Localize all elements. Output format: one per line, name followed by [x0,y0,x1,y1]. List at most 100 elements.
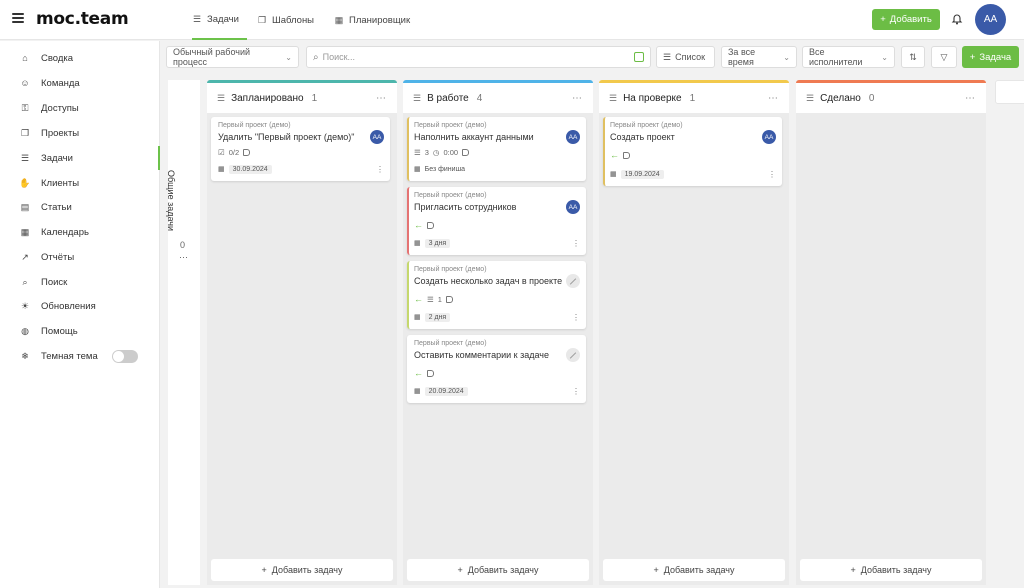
search-input[interactable]: ⌕ Поиск... [306,46,651,68]
filter-icon: ▽ [940,51,948,62]
add-task-button[interactable]: + Добавить задачу [603,559,785,581]
more-icon[interactable]: ⋮ [572,313,580,322]
key-icon: ⚿ [21,102,29,113]
more-icon[interactable]: ⋮ [768,170,776,179]
tab-tasks[interactable]: ☰ Задачи [192,0,247,40]
due-date: ▦ 20.09.2024 [414,385,468,397]
user-avatar[interactable]: AA [975,4,1006,35]
sidebar-item-calendar[interactable]: ▦ Календарь [0,220,160,244]
more-icon[interactable]: ⋯ [376,93,387,104]
add-task-button[interactable]: + Добавить задачу [407,559,589,581]
due-date: ▦ 30.09.2024 [218,163,272,175]
task-card[interactable]: Первый проект (демо) Удалить "Первый про… [211,117,390,181]
drag-handle-icon[interactable]: ☰ [217,93,225,104]
snowflake-icon: ❄ [21,350,29,361]
sidebar-item-access[interactable]: ⚿ Доступы [0,96,160,120]
sidebar-item-tasks[interactable]: ☰ Задачи [0,146,160,170]
filter-search-icon[interactable] [634,52,644,62]
menu-icon[interactable] [12,13,24,23]
card-meta: ← [610,150,630,160]
column-in-progress: ☰ В работе 4 ⋯ Первый проект (демо) Напо… [403,80,593,585]
sidebar-item-dark-theme: ❄ Темная тема [0,344,160,368]
tasks-icon: ☰ [20,152,30,163]
task-card[interactable]: Первый проект (демо) Создать проект AA ←… [603,117,782,186]
add-task-button[interactable]: + Задача [962,46,1019,68]
list-view-button[interactable]: ☰ Список [656,46,715,68]
tag-icon [427,221,434,229]
sidebar-item-reports[interactable]: ↗ Отчёты [0,245,160,269]
workflow-select[interactable]: Обычный рабочий процесс ⌄ [166,46,299,68]
collapsed-column[interactable]: Общие задачи 0 ⋯ [166,80,200,585]
sort-button[interactable]: ⇅ [901,46,925,68]
avatar[interactable]: AA [762,130,776,144]
sidebar-item-help[interactable]: ◍ Помощь [0,319,160,343]
column-header: ☰ На проверке 1 ⋯ [599,83,789,113]
chevron-down-icon: ⌄ [881,52,888,62]
period-select[interactable]: За все время ⌄ [721,46,797,68]
calendar-icon: ▦ [334,14,344,25]
dark-theme-toggle[interactable] [111,349,138,363]
sort-icon: ⇅ [909,51,917,62]
tab-templates[interactable]: ❐ Шаблоны [257,0,314,40]
avatar[interactable]: AA [566,130,580,144]
plus-icon: + [880,14,886,25]
card-meta: ☑ 0/2 [218,148,251,157]
card-meta: ← [414,368,434,378]
task-card[interactable]: Первый проект (демо) Пригласить сотрудни… [407,187,586,255]
add-button[interactable]: + Добавить [872,9,940,30]
column-review: ☰ На проверке 1 ⋯ Первый проект (демо) С… [599,80,789,585]
more-icon[interactable]: ⋮ [572,387,580,396]
unassigned-avatar[interactable] [566,348,580,362]
more-icon[interactable]: ⋯ [768,93,779,104]
calendar-icon: ▦ [414,314,421,321]
calendar-icon: ▦ [414,240,421,247]
chevron-down-icon: ⌄ [285,52,292,62]
more-icon[interactable]: ⋯ [965,93,976,104]
tab-planner[interactable]: ▦ Планировщик [334,0,410,40]
sidebar-item-updates[interactable]: ☀ Обновления [0,294,160,318]
arrow-left-icon: ← [414,294,423,304]
card-meta: ← [414,220,434,230]
drag-handle-icon[interactable]: ☰ [806,93,814,104]
list-check-icon: ☰ [192,13,202,24]
unassigned-avatar[interactable] [566,274,580,288]
chevron-down-icon: ⌄ [783,52,790,62]
avatar[interactable]: AA [566,200,580,214]
sidebar-item-projects[interactable]: ❐ Проекты [0,121,160,145]
sidebar-item-clients[interactable]: ✋ Клиенты [0,171,160,195]
drag-handle-icon[interactable]: ☰ [413,93,421,104]
calendar-icon: ▦ [610,171,617,178]
add-task-button[interactable]: + Добавить задачу [211,559,393,581]
task-card[interactable]: Первый проект (демо) Наполнить аккаунт д… [407,117,586,181]
home-icon: ⌂ [22,53,28,63]
sidebar-item-articles[interactable]: ▤ Статьи [0,195,160,219]
bell-icon[interactable] [950,12,964,26]
column-done: ☰ Сделано 0 ⋯ + Добавить задачу [796,80,986,585]
task-card[interactable]: Первый проект (демо) Оставить комментари… [407,335,586,403]
more-icon[interactable]: ⋮ [572,239,580,248]
avatar[interactable]: AA [370,130,384,144]
assignee-select[interactable]: Все исполнители ⌄ [802,46,895,68]
checklist-icon: ☑ [218,148,225,157]
arrow-left-icon: ← [414,220,423,230]
arrow-left-icon: ← [610,150,619,160]
due-date: ▦ 2 дня [414,311,451,323]
column-planned: ☰ Запланировано 1 ⋯ Первый проект (демо)… [207,80,397,585]
drag-handle-icon[interactable]: ☰ [609,93,617,104]
add-task-button[interactable]: + Добавить задачу [800,559,982,581]
folders-icon: ❐ [20,127,30,138]
calendar-icon: ▦ [414,166,421,173]
subtasks-icon: ☰ [427,294,434,304]
sidebar-item-search[interactable]: ⌕ Поиск [0,270,160,294]
more-icon[interactable]: ⋯ [179,252,188,263]
filter-button[interactable]: ▽ [931,46,957,68]
app-logo[interactable]: moc.team [36,9,129,29]
sidebar-item-team[interactable]: ☺ Команда [0,71,160,95]
task-card[interactable]: Первый проект (демо) Создать несколько з… [407,261,586,329]
add-column-stub[interactable] [995,80,1024,104]
sidebar-item-summary[interactable]: ⌂ Сводка [0,46,160,70]
more-icon[interactable]: ⋯ [572,93,583,104]
chart-icon: ↗ [21,251,29,262]
more-icon[interactable]: ⋮ [376,165,384,174]
column-header: ☰ Сделано 0 ⋯ [796,83,986,113]
